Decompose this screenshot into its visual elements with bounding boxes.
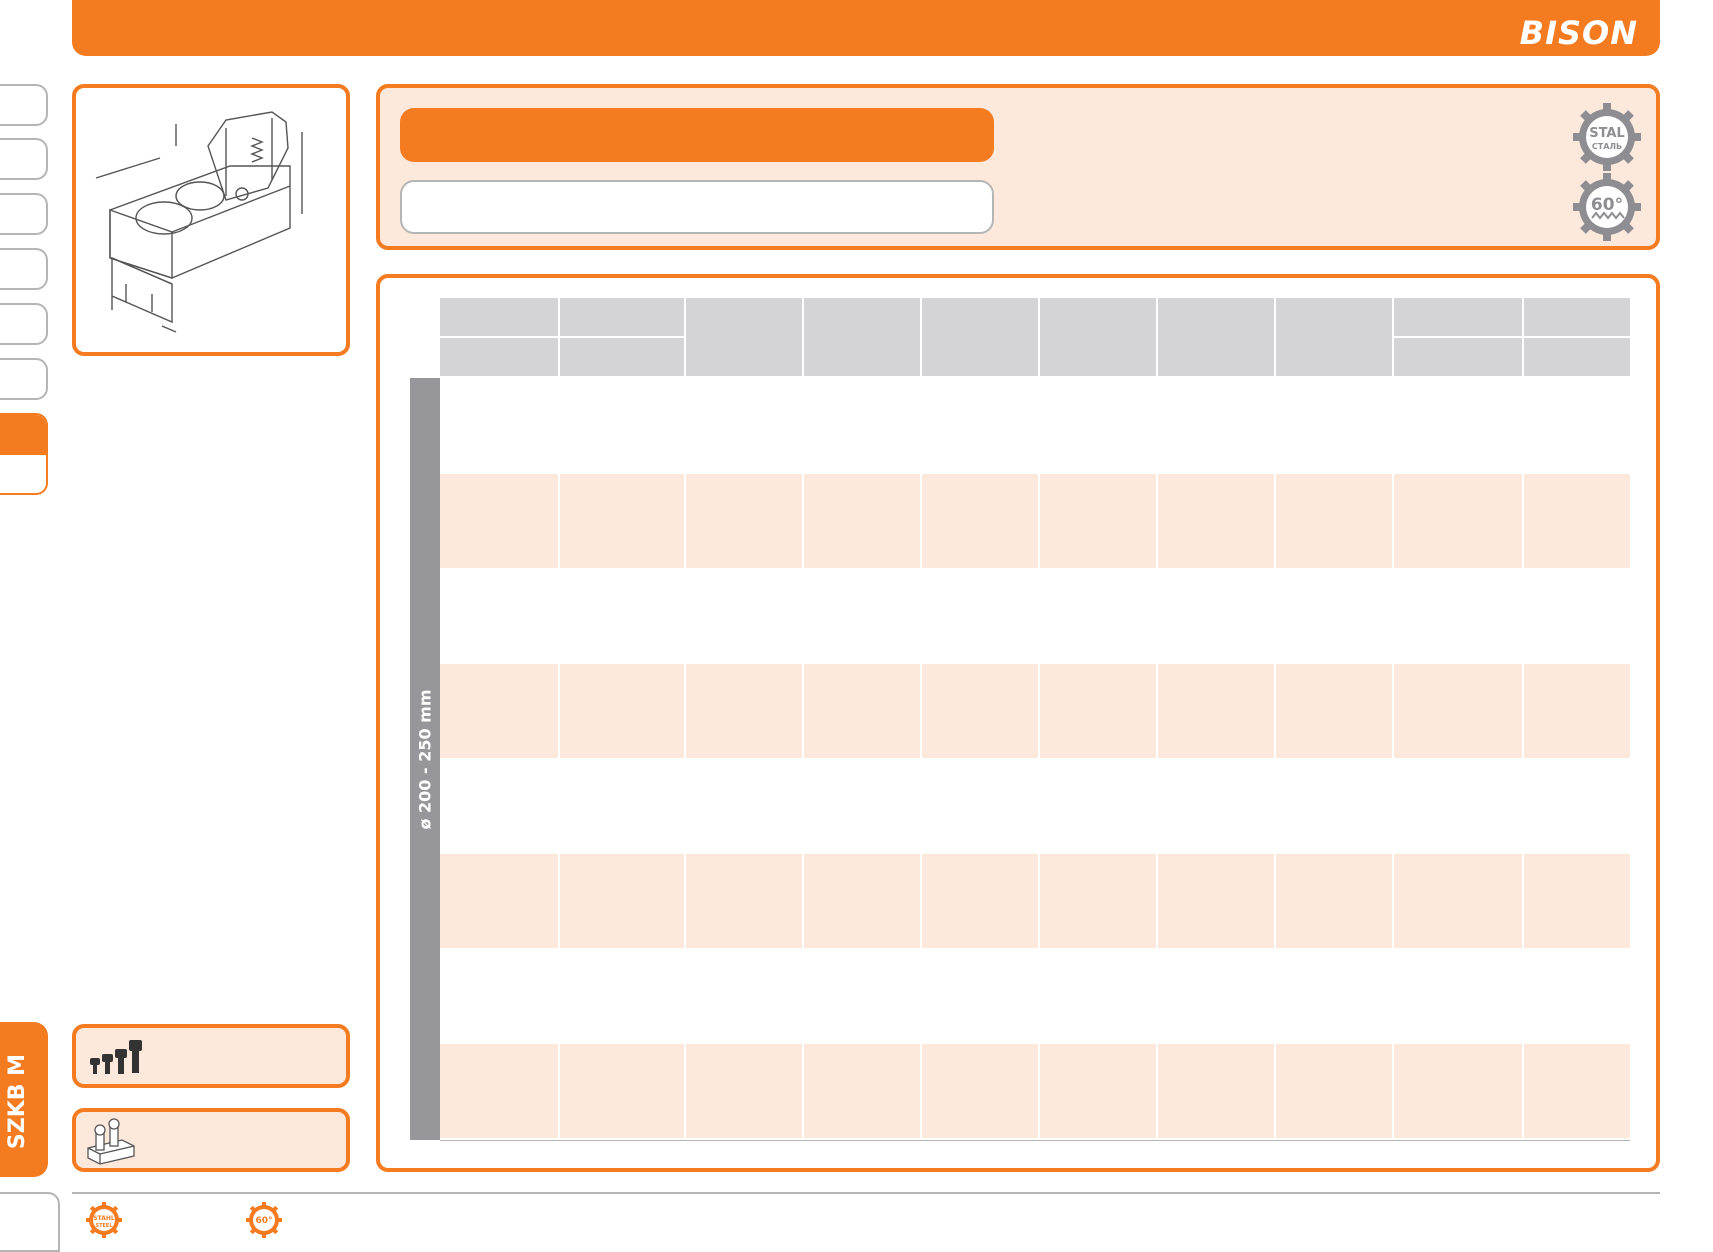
table-header-cell bbox=[1394, 298, 1522, 336]
technical-drawing-panel bbox=[72, 84, 350, 356]
svg-text:STEEL: STEEL bbox=[95, 1223, 113, 1229]
table-header-cell bbox=[1040, 298, 1156, 376]
side-index-tab-4[interactable] bbox=[0, 248, 48, 290]
table-header-cell bbox=[1524, 338, 1630, 376]
table-header-cell bbox=[560, 338, 684, 376]
side-index-tab-1[interactable] bbox=[0, 84, 48, 126]
side-index-tab-active[interactable] bbox=[0, 413, 48, 495]
table-header-cell bbox=[1158, 298, 1274, 376]
table-row bbox=[440, 854, 1630, 948]
table-header-cell bbox=[440, 298, 558, 336]
bison-logo: BISON bbox=[1519, 14, 1638, 52]
steel-badge-text: STAL bbox=[1589, 126, 1625, 141]
table-header-cell bbox=[686, 298, 802, 376]
product-section-label: SZKB M bbox=[5, 1053, 31, 1149]
stahl-steel-small-icon: STAHL STEEL bbox=[86, 1202, 122, 1238]
side-index-tab-2[interactable] bbox=[0, 138, 48, 180]
table-header-cell bbox=[922, 298, 1038, 376]
svg-text:STAHL: STAHL bbox=[93, 1215, 115, 1222]
sixty-degree-small-icon: 60° bbox=[246, 1202, 282, 1238]
table-header-cell bbox=[560, 298, 684, 336]
table-header-cell bbox=[1276, 298, 1392, 376]
footer-divider bbox=[72, 1192, 1660, 1194]
table-header-cell bbox=[1524, 298, 1630, 336]
table-row bbox=[440, 474, 1630, 568]
accessory-tnut-panel bbox=[72, 1108, 350, 1172]
table-row bbox=[440, 664, 1630, 758]
dimensions-table-panel: ø 200 - 250 mm bbox=[376, 274, 1660, 1172]
screws-icon bbox=[90, 1040, 142, 1074]
top-header-bar: BISON bbox=[72, 0, 1660, 56]
product-header-panel: STAL СТАЛЬ 60° bbox=[376, 84, 1660, 250]
t-nut-icon bbox=[87, 1118, 135, 1165]
diameter-range-label: ø 200 - 250 mm bbox=[415, 688, 435, 830]
accessory-screws-panel bbox=[72, 1024, 350, 1088]
product-section-tab[interactable]: SZKB M bbox=[0, 1022, 48, 1177]
table-header-cell bbox=[440, 338, 558, 376]
diameter-range-bar: ø 200 - 250 mm bbox=[410, 378, 440, 1140]
jaw-drawing-illustration bbox=[95, 111, 303, 333]
steel-badge-subtext: СТАЛЬ bbox=[1592, 142, 1622, 151]
product-title-bar bbox=[400, 108, 994, 162]
sixty-degree-gear-icon: 60° bbox=[1573, 173, 1641, 241]
side-index-tab-6[interactable] bbox=[0, 358, 48, 400]
table-header-cell bbox=[804, 298, 920, 376]
side-index-tab-5[interactable] bbox=[0, 303, 48, 345]
table-row bbox=[440, 1044, 1630, 1138]
side-index-tab-3[interactable] bbox=[0, 193, 48, 235]
steel-gear-icon: STAL СТАЛЬ bbox=[1573, 103, 1641, 171]
table-header-cell bbox=[1394, 338, 1522, 376]
svg-text:60°: 60° bbox=[255, 1216, 272, 1226]
bottom-index-tab[interactable] bbox=[0, 1192, 60, 1252]
product-subtitle-field bbox=[400, 180, 994, 234]
